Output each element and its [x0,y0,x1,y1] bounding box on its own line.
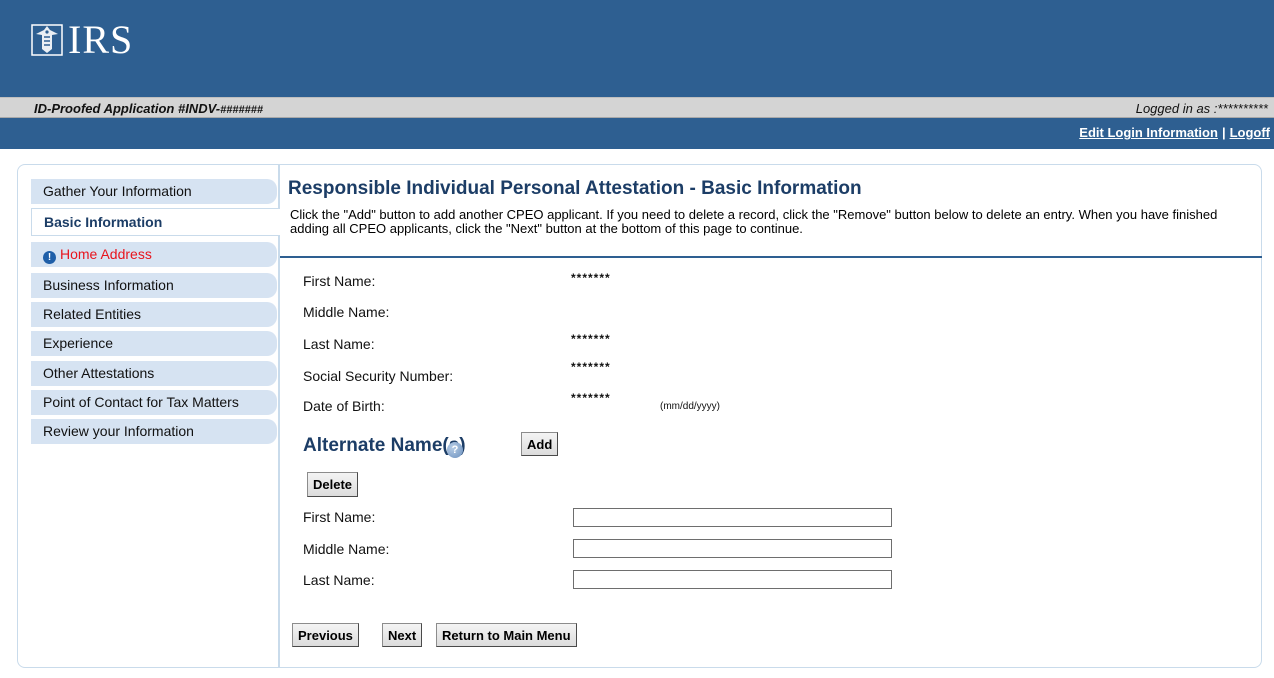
sidebar-item-point-of-contact[interactable]: Point of Contact for Tax Matters [31,390,277,415]
sidebar-item-home-address[interactable]: ! Home Address [31,242,277,267]
main-content: Responsible Individual Personal Attestat… [280,165,1262,667]
account-links-bar: Edit Login Information | Logoff [0,118,1274,149]
application-id-prefix: ID-Proofed Application #INDV- [34,101,221,116]
sidebar-item-related-entities[interactable]: Related Entities [31,302,277,327]
site-header: IRS [0,0,1274,97]
next-button[interactable]: Next [382,623,423,647]
edit-login-link[interactable]: Edit Login Information [1079,125,1218,140]
first-name-value: ******* [571,271,611,285]
sidebar-item-business-information[interactable]: Business Information [31,273,277,298]
application-id: ID-Proofed Application #INDV-####### [34,101,263,116]
help-icon[interactable]: ? [447,442,463,458]
logo-text: IRS [68,17,134,62]
last-name-label: Last Name: [303,336,375,352]
alternate-middle-name-label: Middle Name: [303,541,390,557]
eagle-emblem-icon [31,24,63,56]
sidebar-item-other-attestations[interactable]: Other Attestations [31,361,277,386]
alternate-first-name-input[interactable] [573,508,892,527]
middle-name-label: Middle Name: [303,304,390,320]
account-links: Edit Login Information | Logoff [1079,125,1270,140]
logged-in-status: Logged in as :********** [1135,101,1268,116]
logoff-link[interactable]: Logoff [1230,125,1270,140]
alternate-first-name-label: First Name: [303,509,376,525]
application-bar: ID-Proofed Application #INDV-####### Log… [0,97,1274,118]
ssn-value: ******* [571,360,611,374]
alternate-last-name-input[interactable] [573,570,892,589]
return-to-main-menu-button[interactable]: Return to Main Menu [436,623,577,647]
application-id-number: ####### [220,104,263,116]
last-name-value: ******* [571,332,611,346]
sidebar-nav: Gather Your Information Basic Informatio… [18,165,280,667]
alternate-names-title: Alternate Name(s) [303,435,466,456]
sidebar-item-experience[interactable]: Experience [31,331,277,356]
sidebar-item-review-your-information[interactable]: Review your Information [31,419,277,444]
alternate-last-name-label: Last Name: [303,572,375,588]
content-panel: Gather Your Information Basic Informatio… [17,164,1262,668]
link-separator: | [1221,125,1226,140]
irs-logo: IRS [30,20,133,60]
delete-alternate-name-button[interactable]: Delete [307,472,359,497]
page-instructions: Click the "Add" button to add another CP… [290,207,1218,236]
sidebar-item-gather-your-information[interactable]: Gather Your Information [31,179,277,204]
sidebar-item-basic-information[interactable]: Basic Information [31,208,280,236]
page-title: Responsible Individual Personal Attestat… [288,178,862,199]
info-icon: ! [43,251,56,264]
dob-label: Date of Birth: [303,398,385,414]
add-alternate-name-button[interactable]: Add [521,432,559,456]
previous-button[interactable]: Previous [292,623,359,647]
alternate-middle-name-input[interactable] [573,539,892,558]
ssn-label: Social Security Number: [303,368,454,384]
first-name-label: First Name: [303,273,376,289]
dob-format-hint: (mm/dd/yyyy) [660,401,720,412]
sidebar-item-label: Home Address [60,246,152,262]
dob-value: ******* [571,391,611,405]
section-divider [280,256,1262,258]
